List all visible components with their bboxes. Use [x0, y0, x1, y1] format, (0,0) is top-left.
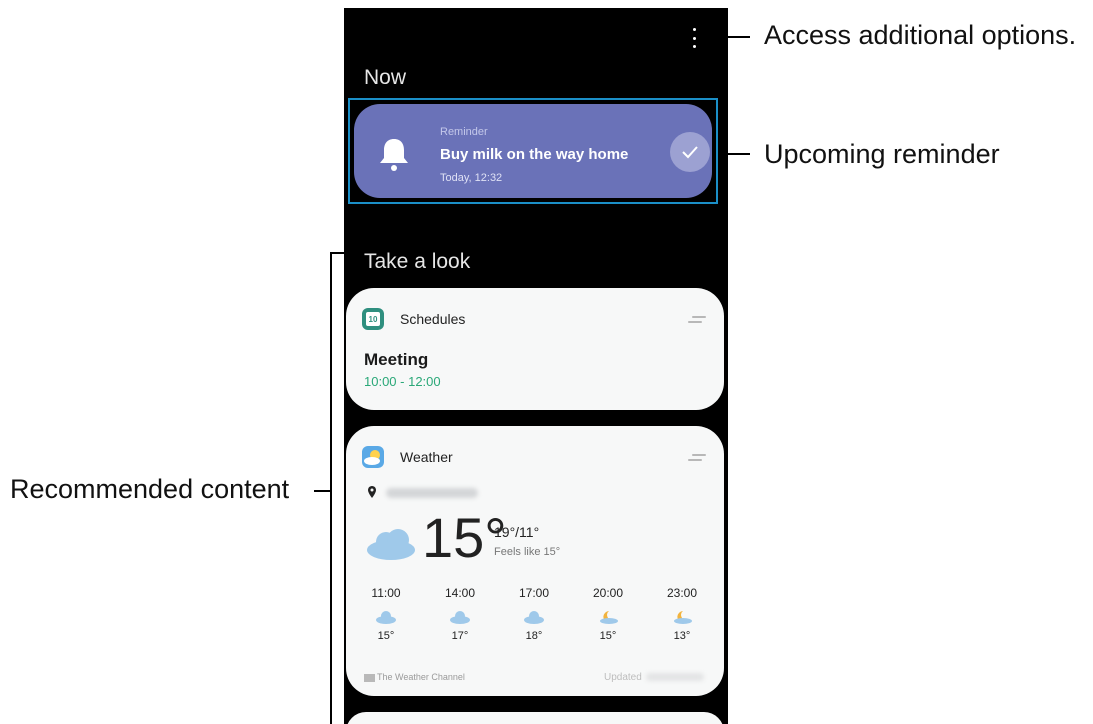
forecast-item: 20:00 15°: [578, 586, 638, 642]
reminder-callout: Upcoming reminder: [764, 139, 1000, 169]
weather-source-label: The Weather Channel: [377, 672, 465, 682]
reminder-text: Buy milk on the way home: [440, 146, 629, 163]
recommended-bracket-top: [330, 252, 344, 254]
complete-reminder-button[interactable]: [670, 132, 710, 172]
event-title: Meeting: [364, 350, 429, 369]
updated-time-redacted: [646, 673, 704, 681]
drag-handle-icon[interactable]: [688, 454, 706, 462]
feels-like-temperature: Feels like 15°: [494, 546, 561, 558]
reminder-label: Reminder: [440, 126, 488, 138]
location-name-redacted: [386, 488, 478, 498]
bell-icon: [380, 139, 408, 171]
options-callout-line: [704, 36, 750, 38]
reminder-card[interactable]: Reminder Buy milk on the way home Today,…: [354, 104, 712, 198]
location-pin-icon: [368, 486, 376, 498]
high-low-temperature: 19°/11°: [494, 524, 540, 540]
forecast-time: 23:00: [666, 586, 698, 600]
forecast-time: 11:00: [371, 586, 401, 600]
schedules-card[interactable]: 10 Schedules Meeting 10:00 - 12:00: [346, 288, 724, 410]
updated-label: Updated: [604, 672, 642, 683]
forecast-time: 14:00: [444, 586, 476, 600]
cloud-icon: [450, 611, 470, 624]
schedules-card-title: Schedules: [400, 311, 466, 327]
check-icon: [682, 146, 698, 159]
recommended-callout-line: [314, 490, 330, 492]
more-options-icon[interactable]: [690, 28, 698, 48]
take-a-look-section-title: Take a look: [364, 250, 471, 273]
forecast-item: 17:00 18°: [504, 586, 564, 642]
recommended-bracket-line: [330, 252, 332, 724]
forecast-item: 11:00 15°: [356, 586, 416, 642]
event-time: 10:00 - 12:00: [364, 374, 441, 389]
weather-source[interactable]: The Weather Channel: [364, 672, 465, 682]
cloud-icon: [376, 611, 396, 624]
forecast-item: 14:00 17°: [430, 586, 490, 642]
forecast-time: 20:00: [592, 586, 624, 600]
cloud-icon: [367, 529, 415, 560]
reminder-callout-line: [722, 153, 750, 155]
weather-channel-logo-icon: [364, 673, 375, 682]
location-row: [368, 486, 568, 500]
weather-card[interactable]: Weather 15° 19°/11° Feels like 15° 11:00…: [346, 426, 724, 696]
forecast-temp: 15°: [599, 630, 617, 642]
reminder-highlight: Reminder Buy milk on the way home Today,…: [348, 98, 718, 204]
phone-screen: Now Reminder Buy milk on the way home To…: [344, 8, 728, 724]
forecast-time: 17:00: [518, 586, 550, 600]
forecast-temp: 17°: [451, 630, 469, 642]
moon-cloud-icon: [600, 611, 618, 624]
now-section-title: Now: [364, 66, 407, 89]
weather-card-title: Weather: [400, 449, 453, 465]
options-callout: Access additional options.: [764, 20, 1077, 50]
forecast-item: 23:00 13°: [652, 586, 712, 642]
moon-cloud-icon: [674, 611, 692, 624]
forecast-temp: 13°: [673, 630, 691, 642]
reminder-time: Today, 12:32: [440, 172, 503, 184]
calendar-icon-day: 10: [366, 312, 380, 326]
hourly-forecast: 11:00 15° 14:00 17° 17:00 18° 20:00 15° …: [356, 586, 714, 666]
drag-handle-icon[interactable]: [688, 316, 706, 324]
calendar-icon: 10: [362, 308, 384, 330]
forecast-temp: 18°: [525, 630, 543, 642]
forecast-temp: 15°: [377, 630, 395, 642]
weather-app-icon: [362, 446, 384, 468]
next-card[interactable]: [346, 712, 724, 724]
cloud-icon: [524, 611, 544, 624]
recommended-callout: Recommended content: [10, 474, 290, 504]
